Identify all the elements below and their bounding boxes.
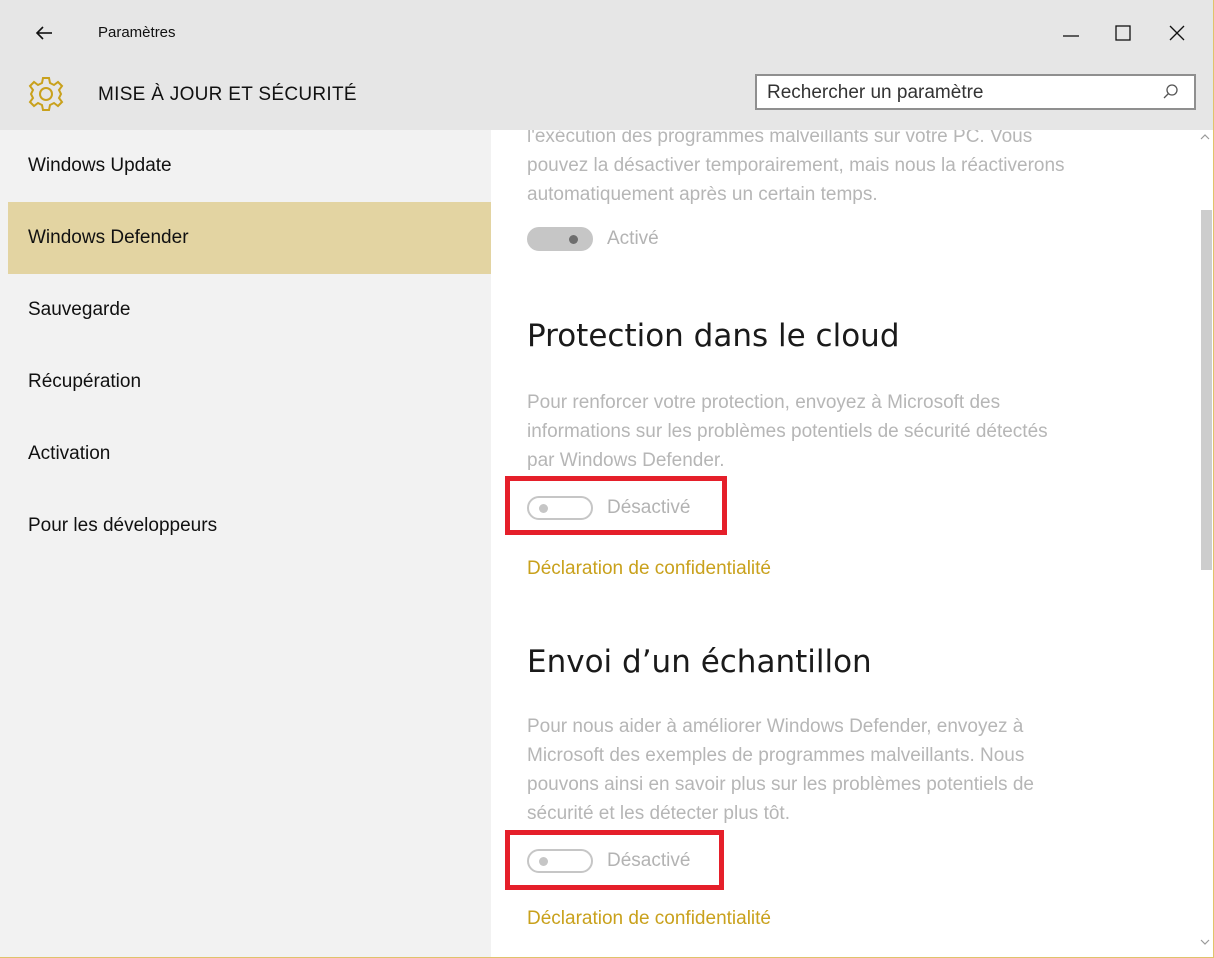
sample-description-line: Microsoft des exemples de programmes mal… [527,745,1025,766]
sidebar: Windows Update Windows Defender Sauvegar… [0,130,491,957]
sidebar-item-label: Activation [28,443,111,464]
sample-privacy-link[interactable]: Déclaration de confidentialité [527,908,771,930]
cloud-privacy-link[interactable]: Déclaration de confidentialité [527,558,771,580]
cloud-description-line: Pour renforcer votre protection, envoyez… [527,392,1001,413]
realtime-description-line: automatiquement après un certain temps. [527,184,878,205]
back-button[interactable] [28,18,62,48]
search-icon[interactable] [1162,83,1180,101]
search-input[interactable] [765,80,1149,106]
scrollbar-thumb[interactable] [1201,210,1212,570]
scroll-up-icon[interactable] [1200,133,1210,141]
maximize-icon [1115,25,1131,41]
sample-description-line: pouvons ainsi en savoir plus sur les pro… [527,774,1034,795]
back-arrow-icon [35,26,52,40]
section-title: MISE À JOUR ET SÉCURITÉ [98,84,357,105]
sidebar-item-windows-update[interactable]: Windows Update [8,130,491,202]
minimize-icon [1063,35,1079,37]
sample-description: Pour nous aider à améliorer Windows Defe… [527,712,1167,828]
sidebar-item-windows-defender[interactable]: Windows Defender [8,202,491,274]
realtime-description-line: l'exécution des programmes malveillants … [527,130,1033,147]
cloud-description: Pour renforcer votre protection, envoyez… [527,388,1167,475]
window-title: Paramètres [98,24,176,41]
realtime-toggle-label: Activé [607,228,659,249]
close-icon [1169,25,1185,41]
cloud-toggle-highlight [505,476,727,535]
sample-description-line: Pour nous aider à améliorer Windows Defe… [527,716,1024,737]
sidebar-item-label: Windows Update [28,155,172,176]
search-box[interactable] [755,74,1196,110]
minimize-button[interactable] [1048,14,1094,52]
sample-description-line: sécurité et les détecter plus tôt. [527,803,790,824]
cloud-protection-heading: Protection dans le cloud [527,318,900,354]
sidebar-item-recuperation[interactable]: Récupération [8,346,491,418]
content-pane: l'exécution des programmes malveillants … [491,130,1197,957]
toggle-knob [569,235,578,244]
cloud-description-line: informations sur les problèmes potentiel… [527,421,1048,442]
sidebar-item-sauvegarde[interactable]: Sauvegarde [8,274,491,346]
gear-icon [28,77,64,111]
vertical-scrollbar[interactable] [1197,130,1213,957]
scroll-down-icon[interactable] [1200,938,1210,946]
sample-toggle-highlight [505,830,724,890]
maximize-button[interactable] [1100,14,1146,52]
sidebar-item-label: Récupération [28,371,142,392]
page-header: MISE À JOUR ET SÉCURITÉ [0,60,1213,130]
sidebar-item-developpeurs[interactable]: Pour les développeurs [8,490,491,562]
sidebar-item-label: Sauvegarde [28,299,131,320]
sidebar-item-activation[interactable]: Activation [8,418,491,490]
realtime-description: l'exécution des programmes malveillants … [527,130,1167,209]
realtime-description-line: pouvez la désactiver temporairement, mai… [527,155,1065,176]
sidebar-item-label: Windows Defender [28,227,189,248]
sidebar-item-label: Pour les développeurs [28,515,218,536]
realtime-protection-toggle[interactable] [527,227,593,251]
close-button[interactable] [1154,14,1200,52]
settings-window: Paramètres MISE À JOUR ET SÉCURITÉ Reche… [0,0,1214,958]
sample-submission-heading: Envoi d’un échantillon [527,644,872,680]
cloud-description-line: par Windows Defender. [527,450,725,471]
title-bar: Paramètres [0,0,1213,60]
